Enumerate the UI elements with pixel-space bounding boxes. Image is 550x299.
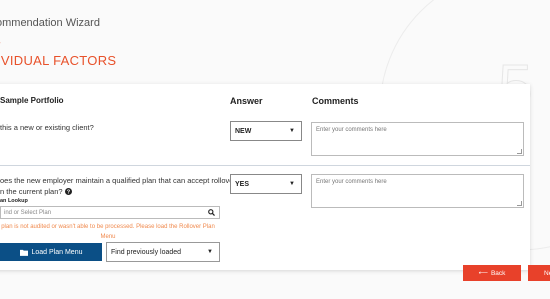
caret-down-icon: ▼	[289, 181, 295, 187]
question-employer-plan-line1: oes the new employer maintain a qualifie…	[0, 176, 240, 185]
back-label: Back	[490, 269, 506, 277]
next-label: Ne	[544, 269, 550, 277]
client-type-value: NEW	[235, 127, 252, 135]
client-type-select[interactable]: NEW ▼	[230, 121, 302, 141]
questionnaire-card: Sample Portfolio Answer Comments this a …	[0, 84, 530, 270]
plan-warning-line1: plan is not audited or wasn't able to be…	[1, 224, 215, 230]
comments-placeholder-2: Enter your comments here	[316, 179, 387, 185]
answer-header: Answer	[230, 96, 263, 106]
plan-lookup-label: an Lookup	[0, 198, 28, 204]
employer-plan-value: YES	[235, 180, 250, 188]
comments-placeholder-1: Enter your comments here	[316, 127, 387, 133]
portfolio-header: Sample Portfolio	[0, 96, 64, 105]
wizard-title: ommendation Wizard	[0, 17, 100, 29]
question-employer-plan-line2: n the current plan?	[0, 187, 63, 196]
search-icon[interactable]	[208, 209, 215, 216]
question-client-type: this a new or existing client?	[0, 123, 94, 132]
folder-icon	[19, 249, 28, 256]
svg-text:?: ?	[66, 190, 70, 195]
resize-grip-icon[interactable]	[517, 149, 522, 154]
next-button[interactable]: Ne	[528, 265, 550, 281]
comments-field-1[interactable]: Enter your comments here	[311, 122, 524, 156]
load-plan-menu-button[interactable]: Load Plan Menu	[0, 243, 102, 261]
plan-warning-line2: Menu	[100, 234, 116, 240]
load-plan-menu-label: Load Plan Menu	[31, 248, 83, 256]
previously-loaded-value: Find previously loaded	[111, 248, 182, 256]
caret-down-icon: ▼	[289, 128, 295, 134]
plan-warning: plan is not audited or wasn't able to be…	[0, 222, 222, 242]
section-title: IVIDUAL FACTORS	[0, 53, 117, 68]
plan-lookup-placeholder: ind or Select Plan	[4, 209, 52, 216]
back-button[interactable]: ⟵ Back	[463, 265, 521, 281]
question-employer-plan-line2-row: n the current plan? ?	[0, 186, 240, 197]
comments-header: Comments	[312, 96, 359, 106]
employer-plan-select[interactable]: YES ▼	[230, 174, 302, 194]
arrow-left-icon: ⟵	[478, 270, 488, 277]
title-dash: -	[0, 38, 1, 47]
previously-loaded-select[interactable]: Find previously loaded ▼	[106, 242, 220, 262]
question-employer-plan: oes the new employer maintain a qualifie…	[0, 175, 240, 197]
caret-down-icon: ▼	[207, 249, 213, 255]
resize-grip-icon[interactable]	[517, 201, 522, 206]
comments-field-2[interactable]: Enter your comments here	[311, 174, 524, 208]
plan-lookup-input[interactable]: ind or Select Plan	[0, 206, 220, 219]
question-circle-icon[interactable]: ?	[64, 188, 72, 196]
row-divider	[0, 165, 530, 166]
